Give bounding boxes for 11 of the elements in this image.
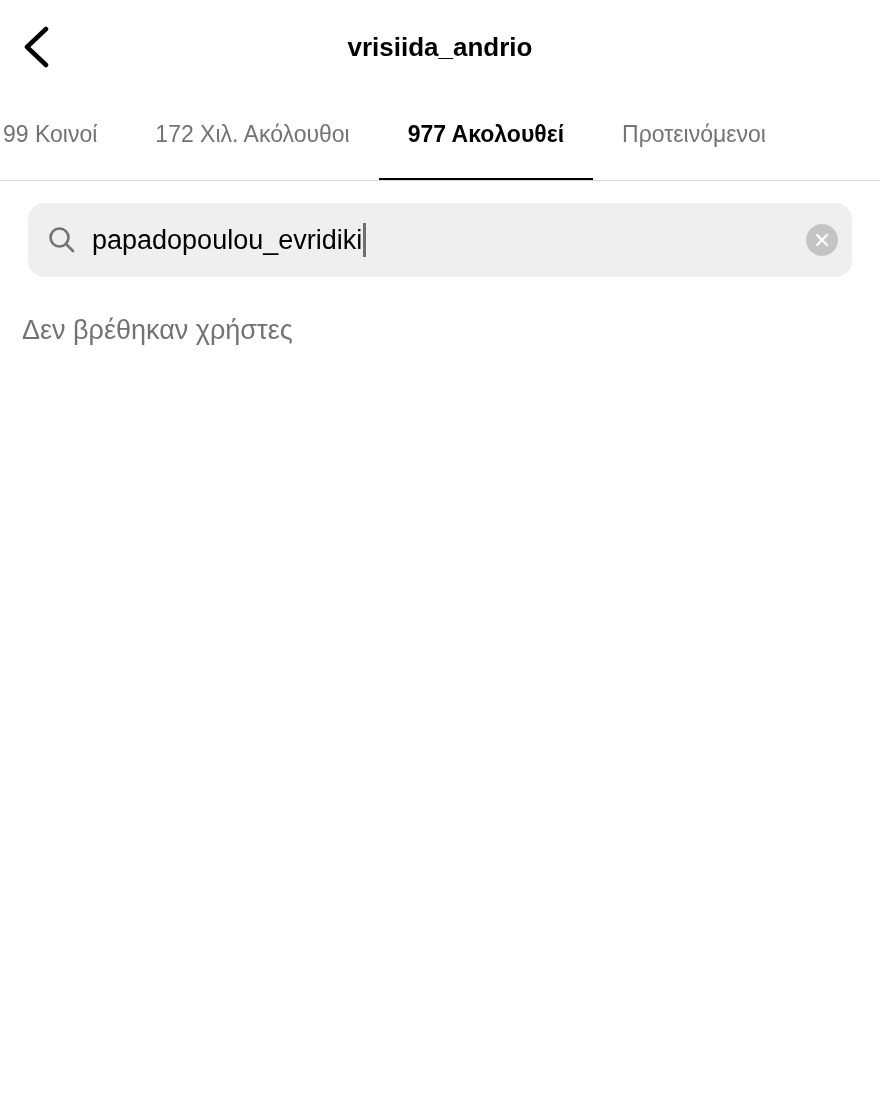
tab[interactable]: 977 Ακολουθεί	[378, 94, 594, 180]
search-field[interactable]: papadopoulou_evridiki	[28, 203, 852, 277]
tab[interactable]: 99 Κοινοί	[0, 94, 127, 180]
search-text: papadopoulou_evridiki	[92, 224, 363, 256]
close-icon	[815, 233, 829, 247]
no-results-message: Δεν βρέθηκαν χρήστες	[22, 315, 294, 346]
profile-username: vrisiida_andrio	[347, 31, 533, 63]
tab[interactable]: 172 Χιλ. Ακόλουθοι	[126, 94, 379, 180]
chevron-left-icon	[22, 26, 50, 68]
tab[interactable]: Προτεινόμενοι	[593, 94, 795, 180]
search-icon	[48, 226, 76, 254]
